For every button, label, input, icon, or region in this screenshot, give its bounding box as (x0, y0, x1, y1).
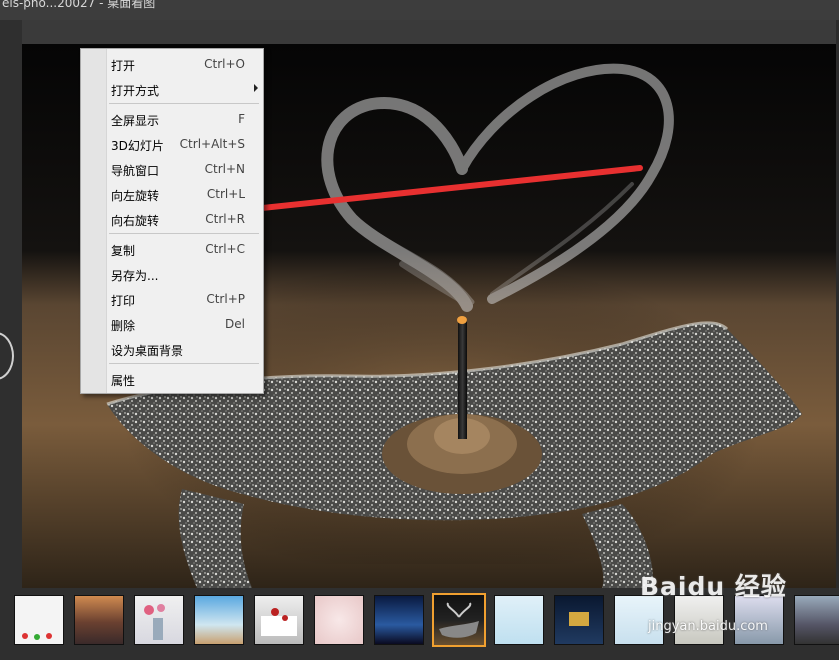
menu-item-shortcut: Ctrl+L (206, 187, 245, 201)
thumbnail[interactable] (374, 595, 424, 645)
menu-item-shortcut: Ctrl+P (206, 292, 245, 306)
menu-item-copy[interactable]: 复制 Ctrl+C (81, 237, 263, 261)
menu-item-open-with[interactable]: 打开方式 (81, 77, 263, 101)
left-panel (0, 20, 22, 588)
menu-item-label: 向左旋转 (111, 189, 160, 203)
context-menu: 打开 Ctrl+O 打开方式 全屏显示 F 3D幻灯片 Ctrl+Alt+S 导… (80, 48, 264, 394)
thumbnail[interactable] (74, 595, 124, 645)
thumbnail[interactable] (554, 595, 604, 645)
menu-item-label: 属性 (111, 374, 136, 388)
menu-item-properties[interactable]: 属性 (81, 367, 263, 391)
menu-item-label: 打开 (111, 59, 136, 73)
menu-item-3d-slideshow[interactable]: 3D幻灯片 Ctrl+Alt+S (81, 132, 263, 156)
menu-item-shortcut: Ctrl+Alt+S (179, 137, 245, 151)
chevron-right-icon (254, 84, 258, 92)
thumbnail[interactable] (134, 595, 184, 645)
menu-item-label: 3D幻灯片 (111, 139, 164, 153)
menu-item-open[interactable]: 打开 Ctrl+O (81, 52, 263, 76)
menu-separator (109, 103, 259, 104)
menu-item-rotate-right[interactable]: 向右旋转 Ctrl+R (81, 207, 263, 231)
menu-item-label: 向右旋转 (111, 214, 160, 228)
thumbnail[interactable] (794, 595, 839, 645)
thumbnail-active[interactable] (432, 593, 486, 647)
menu-separator (109, 233, 259, 234)
thumbnail[interactable] (734, 595, 784, 645)
menu-item-label: 另存为... (111, 269, 159, 283)
window-title: els-pho...20027 - 桌面看图 (2, 0, 156, 10)
thumbnail[interactable] (14, 595, 64, 645)
menu-item-print[interactable]: 打印 Ctrl+P (81, 287, 263, 311)
menu-item-shortcut: Ctrl+N (204, 162, 245, 176)
menu-item-shortcut: F (238, 112, 245, 126)
menu-item-delete[interactable]: 删除 Del (81, 312, 263, 336)
thumbnail[interactable] (254, 595, 304, 645)
menu-item-shortcut: Ctrl+R (205, 212, 245, 226)
thumbnail-strip (0, 588, 839, 660)
thumbnail[interactable] (194, 595, 244, 645)
menu-item-shortcut: Del (225, 317, 245, 331)
menu-item-label: 导航窗口 (111, 164, 160, 178)
thumbnail[interactable] (494, 595, 544, 645)
thumbnail[interactable] (674, 595, 724, 645)
menu-item-label: 复制 (111, 244, 136, 258)
menu-item-shortcut: Ctrl+C (205, 242, 245, 256)
menu-item-set-wallpaper[interactable]: 设为桌面背景 (81, 337, 263, 361)
title-bar: els-pho...20027 - 桌面看图 (0, 0, 839, 20)
menu-item-save-as[interactable]: 另存为... (81, 262, 263, 286)
menu-item-nav-window[interactable]: 导航窗口 Ctrl+N (81, 157, 263, 181)
prev-image-button[interactable] (0, 332, 14, 380)
thumbnail[interactable] (614, 595, 664, 645)
menu-item-label: 删除 (111, 319, 136, 333)
thumbnail[interactable] (314, 595, 364, 645)
menu-separator (109, 363, 259, 364)
menu-item-label: 全屏显示 (111, 114, 160, 128)
menu-item-fullscreen[interactable]: 全屏显示 F (81, 107, 263, 131)
menu-item-label: 设为桌面背景 (111, 344, 184, 358)
menu-item-rotate-left[interactable]: 向左旋转 Ctrl+L (81, 182, 263, 206)
menu-item-label: 打印 (111, 294, 136, 308)
menu-item-label: 打开方式 (111, 84, 160, 98)
menu-item-shortcut: Ctrl+O (204, 57, 245, 71)
